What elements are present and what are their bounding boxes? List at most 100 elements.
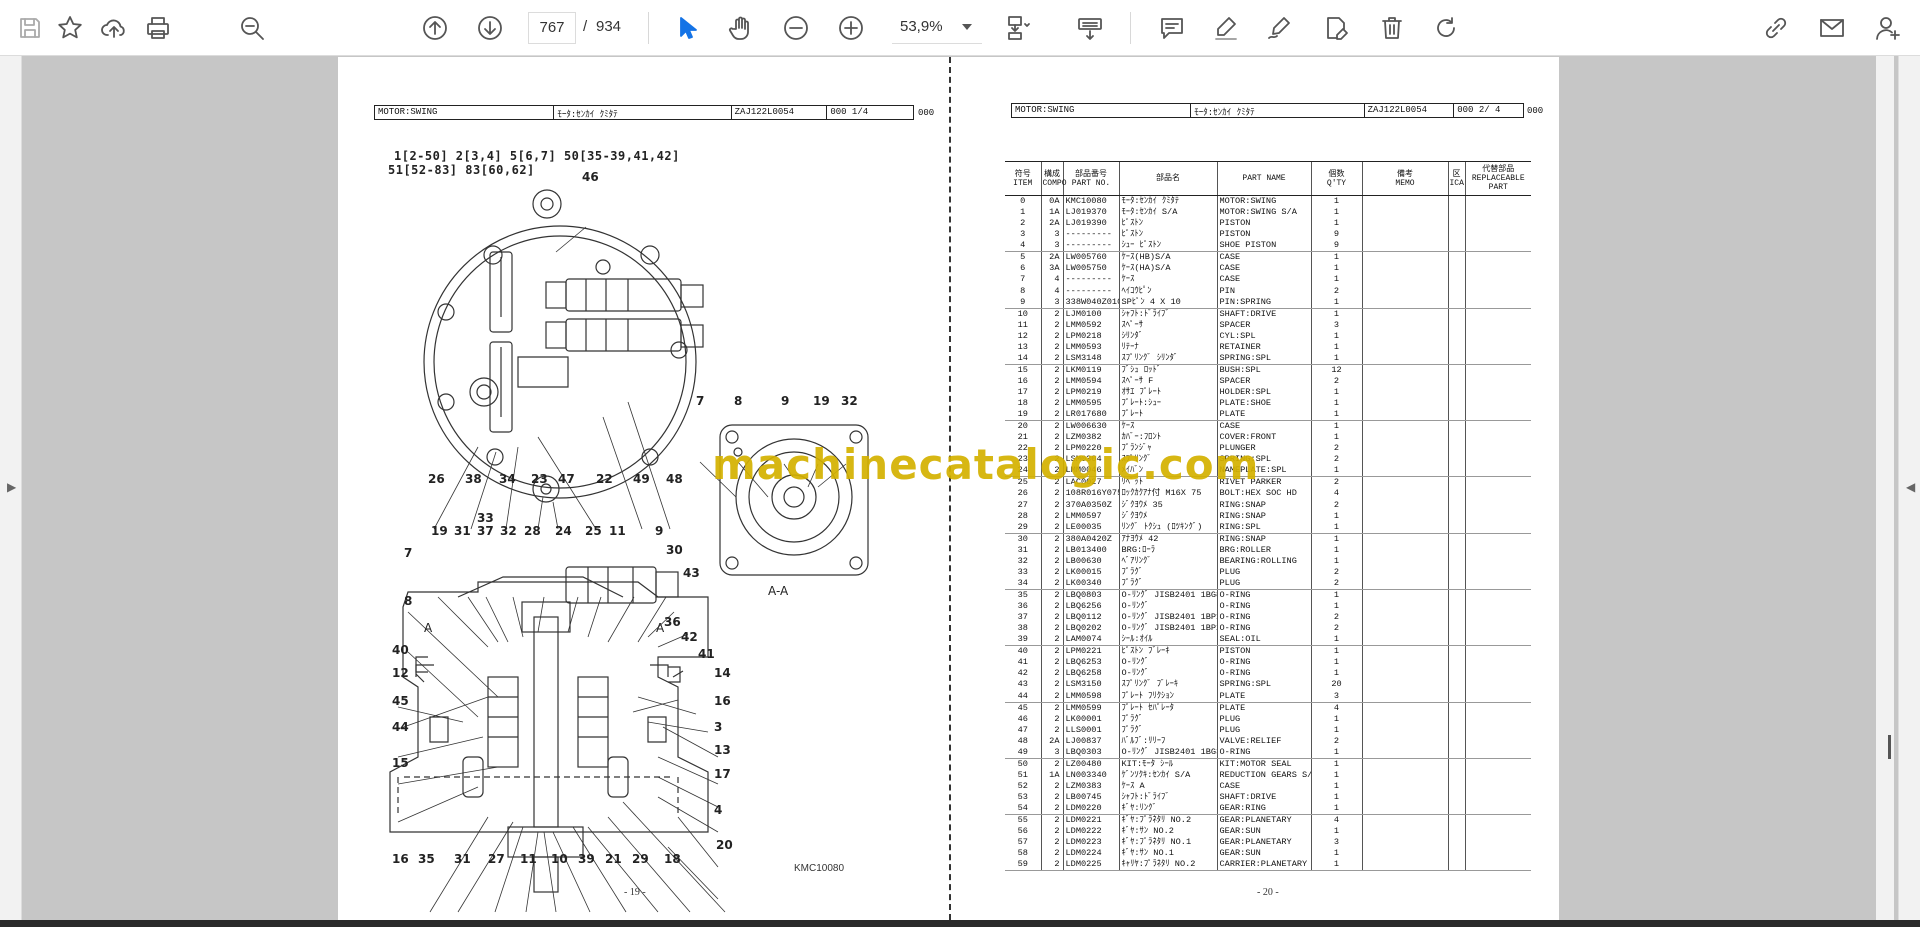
table-cell: 43 <box>1017 679 1028 690</box>
table-cell: RETAINER <box>1216 341 1311 353</box>
table-cell: 2 <box>1040 758 1063 770</box>
callout-40: 40 <box>392 643 409 657</box>
table-cell <box>1361 352 1448 365</box>
table-cell: 4 <box>1040 274 1063 286</box>
table-cell <box>1447 803 1465 816</box>
table-cell: ｹｰｽ(HB)S/A <box>1118 251 1217 264</box>
table-cell <box>1361 657 1448 669</box>
table-cell <box>1361 251 1448 264</box>
callout-14: 14 <box>714 666 731 680</box>
table-cell <box>1361 308 1448 320</box>
table-cell: 31 <box>1017 544 1028 555</box>
table-cell: 11 <box>1017 319 1028 330</box>
table-cell: LSM3148 <box>1062 352 1119 365</box>
table-row: 7 4 --------- ｹｰｽ CASE 1 <box>1005 274 1531 286</box>
callout-47: 47 <box>558 472 575 486</box>
page-separator: / <box>583 18 588 35</box>
table-cell: BOLT:HEX SOC HD <box>1216 488 1311 500</box>
table-cell <box>1447 352 1465 365</box>
zoom-search-icon[interactable] <box>234 10 270 46</box>
table-cell <box>1361 443 1448 455</box>
table-cell: BUSH:SPL <box>1216 364 1311 376</box>
table-cell: PLUG <box>1216 713 1311 725</box>
table-cell: 2 <box>1020 218 1026 229</box>
table-row: 30 2 380A0420Z ｱﾅﾖｳﾒ 42 RING:SNAP 1 <box>1005 533 1531 545</box>
table-cell: 2 <box>1040 589 1063 601</box>
table-row: 6 3A LW005750 ｹｰｽ(HA)S/A CASE 1 <box>1005 263 1531 275</box>
draw-pen-icon[interactable] <box>1262 10 1298 46</box>
scrolling-mode-icon[interactable] <box>1072 10 1108 46</box>
expand-left-icon[interactable]: ▶ <box>7 480 16 494</box>
table-cell <box>1361 792 1448 804</box>
table-cell: LAM0074 <box>1062 634 1119 647</box>
vertical-scrollbar[interactable] <box>1876 56 1894 920</box>
table-cell: 2 <box>1310 285 1362 297</box>
expand-right-icon[interactable]: ◀ <box>1906 480 1915 494</box>
table-row: 28 2 LMM0597 ｼﾞｸﾖｳﾒ RING:SNAP 1 <box>1005 510 1531 522</box>
table-cell <box>1361 837 1448 849</box>
highlight-pen-icon[interactable] <box>1208 10 1244 46</box>
table-cell: ｽﾍﾟｰｻ <box>1118 319 1217 331</box>
table-cell: 2 <box>1040 848 1063 860</box>
table-cell: PLATE:SHOE <box>1216 398 1311 410</box>
table-cell <box>1361 476 1448 489</box>
zoom-out-icon[interactable] <box>778 10 814 46</box>
comment-icon[interactable] <box>1154 10 1190 46</box>
table-row: 46 2 LK00001 ﾌﾟﾗｸﾞ PLUG 1 <box>1005 713 1531 725</box>
email-icon[interactable] <box>1814 10 1850 46</box>
table-cell: LZM0383 <box>1062 780 1119 792</box>
scrollbar-thumb[interactable] <box>1888 735 1891 759</box>
table-row: 34 2 LK00340 ﾌﾟﾗｸﾞ PLUG 2 <box>1005 577 1531 590</box>
table-cell: 1 <box>1310 724 1362 736</box>
right-panel-toggle[interactable]: ◀ <box>1898 56 1920 927</box>
table-cell <box>1464 465 1531 478</box>
share-link-icon[interactable] <box>1758 10 1794 46</box>
table-row: 26 2108R016Y075Nﾛｯｸｶｸｱﾅ付 M16X 75BOLT:HEX … <box>1005 488 1531 500</box>
table-cell: 32 <box>1017 555 1028 566</box>
select-pointer-icon[interactable] <box>668 10 704 46</box>
table-cell: 1 <box>1310 533 1362 545</box>
table-cell: 2 <box>1040 499 1063 511</box>
chevron-down-icon[interactable] <box>962 24 972 30</box>
rotate-redo-icon[interactable] <box>1428 10 1464 46</box>
edit-text-icon[interactable] <box>1318 10 1354 46</box>
page-number-input[interactable]: 767 <box>528 12 576 44</box>
print-icon[interactable] <box>140 10 176 46</box>
table-cell: --------- <box>1062 274 1119 286</box>
table-cell: ﾓｰﾀ:ｾﾝｶｲ ｸﾐﾀﾃ <box>1118 195 1217 207</box>
page-fit-icon[interactable] <box>1000 10 1036 46</box>
callout-19: 19 <box>813 394 830 408</box>
zoom-in-icon[interactable] <box>833 10 869 46</box>
table-cell: CARRIER:PLANETARY <box>1216 859 1311 872</box>
table-cell: 2 <box>1310 735 1362 747</box>
table-row: 31 2 LB013400 BRG:ﾛｰﾗ BRG:ROLLER 1 <box>1005 544 1531 556</box>
left-panel-toggle[interactable]: ▶ <box>0 56 22 927</box>
table-cell <box>1447 521 1465 534</box>
table-cell: 1 <box>1310 713 1362 725</box>
bookmark-star-icon[interactable] <box>52 10 88 46</box>
table-cell: GEAR:SUN <box>1216 848 1311 860</box>
hand-tool-icon[interactable] <box>723 10 759 46</box>
save-icon[interactable] <box>12 10 48 46</box>
upload-cloud-icon[interactable] <box>96 10 132 46</box>
table-cell: ｼｭｰ ﾋﾟｽﾄﾝ <box>1118 240 1217 253</box>
table-cell: 49 <box>1005 746 1041 759</box>
table-cell <box>1464 623 1531 635</box>
table-cell <box>1361 758 1448 770</box>
table-cell <box>1447 409 1465 422</box>
table-cell: O-RING <box>1216 589 1311 601</box>
column-header-jp: 符号 <box>1014 169 1031 179</box>
table-cell: 4 <box>1040 285 1063 297</box>
table-cell: PIN:SPRING <box>1216 296 1311 309</box>
table-cell: 2 <box>1040 623 1063 635</box>
table-cell: LPM0219 <box>1062 386 1119 399</box>
callout-23: 23 <box>531 472 548 486</box>
delete-trash-icon[interactable] <box>1374 10 1410 46</box>
add-user-icon[interactable] <box>1870 10 1906 46</box>
callout-42: 42 <box>681 630 698 644</box>
table-row: 14 2 LSM3148 ｽﾌﾟﾘﾝｸﾞ ｼﾘﾝﾀﾞ SPRING:SPL 1 <box>1005 352 1531 365</box>
table-cell <box>1361 634 1448 647</box>
next-page-icon[interactable] <box>472 10 508 46</box>
table-cell: 2 <box>1310 499 1362 511</box>
previous-page-icon[interactable] <box>417 10 453 46</box>
